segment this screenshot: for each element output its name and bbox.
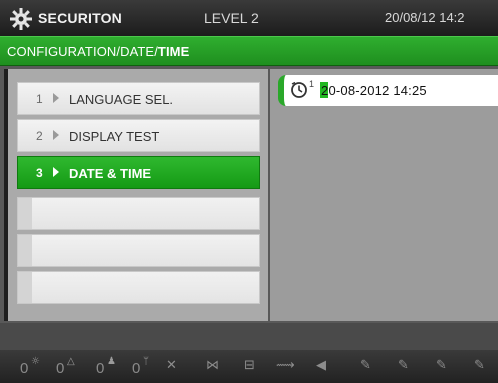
buzzer-icon[interactable]: ◀: [316, 358, 326, 373]
menu-item-stub: [18, 272, 32, 303]
menu-item-display-test[interactable]: 2 DISPLAY TEST: [17, 119, 260, 152]
menu-item-stub: [18, 198, 32, 229]
document-edit-2-icon[interactable]: ✎: [398, 358, 409, 373]
menu-item-empty: [17, 234, 260, 267]
menu-item-language-sel[interactable]: 1 LANGUAGE SEL.: [17, 82, 260, 115]
main-content: 1 LANGUAGE SEL. 2 DISPLAY TEST 3 DATE & …: [0, 66, 498, 323]
arrow-right-icon: [53, 130, 59, 140]
menu-item-number: 1: [36, 92, 43, 106]
printer-icon[interactable]: ⊟: [244, 358, 255, 373]
message-bar: [0, 323, 498, 350]
access-level: LEVEL 2: [204, 10, 259, 26]
gear-icon: [10, 8, 32, 30]
arrow-right-icon: [53, 167, 59, 177]
breadcrumb-current: TIME: [157, 44, 190, 59]
counter-maintenance: 0: [132, 360, 141, 377]
menu-item-date-time[interactable]: 3 DATE & TIME: [17, 156, 260, 189]
breadcrumb: CONFIGURATION/DATE/TIME: [7, 44, 189, 59]
value-panel: 1 20-08-2012 14:25: [270, 69, 498, 321]
arrow-right-icon: [53, 93, 59, 103]
transmission-icon[interactable]: ⟿: [276, 358, 295, 373]
counter-person: 0: [96, 360, 105, 377]
menu-accent-bar: [4, 69, 8, 321]
header-datetime: 20/08/12 14:2: [385, 10, 465, 25]
sun-icon: ☼: [31, 356, 40, 367]
document-edit-4-icon[interactable]: ✎: [474, 358, 485, 373]
menu-item-empty: [17, 197, 260, 230]
counter-fault: 0: [56, 360, 65, 377]
breadcrumb-path: CONFIGURATION/DATE/: [7, 44, 158, 59]
menu-item-number: 2: [36, 129, 43, 143]
counter-fire: 0: [20, 360, 29, 377]
menu-item-stub: [18, 235, 32, 266]
menu-item-number: 3: [36, 166, 43, 180]
date-time-field[interactable]: 1 20-08-2012 14:25: [278, 75, 498, 106]
top-status-bar: SECURITON LEVEL 2 20/08/12 14:2: [0, 0, 498, 36]
document-edit-3-icon[interactable]: ✎: [436, 358, 447, 373]
menu-item-label: DATE & TIME: [69, 166, 152, 181]
date-time-rest: 0-08-2012 14:25: [328, 83, 427, 98]
document-edit-icon[interactable]: ✎: [360, 358, 371, 373]
menu-item-label: LANGUAGE SEL.: [69, 92, 174, 107]
bottom-icon-bar: 0 ☼ 0 △ 0 ♟ 0 ᛘ ✕ ⋈ ⊟ ⟿ ◀ ✎ ✎ ✎ ✎: [0, 350, 498, 383]
menu-item-empty: [17, 271, 260, 304]
warning-triangle-icon: △: [67, 356, 75, 367]
relay-off-icon[interactable]: ⋈: [206, 358, 219, 373]
wrench-icon: ᛘ: [143, 356, 149, 367]
person-icon: ♟: [107, 356, 116, 367]
clock-icon: [291, 81, 307, 98]
breadcrumb-bar: CONFIGURATION/DATE/TIME: [0, 36, 498, 66]
brand-name: SECURITON: [38, 10, 122, 26]
horn-off-icon[interactable]: ✕: [166, 358, 177, 373]
clock-superscript: 1: [309, 79, 315, 89]
date-time-value: 20-08-2012 14:25: [321, 83, 427, 98]
menu-item-label: DISPLAY TEST: [69, 129, 160, 144]
